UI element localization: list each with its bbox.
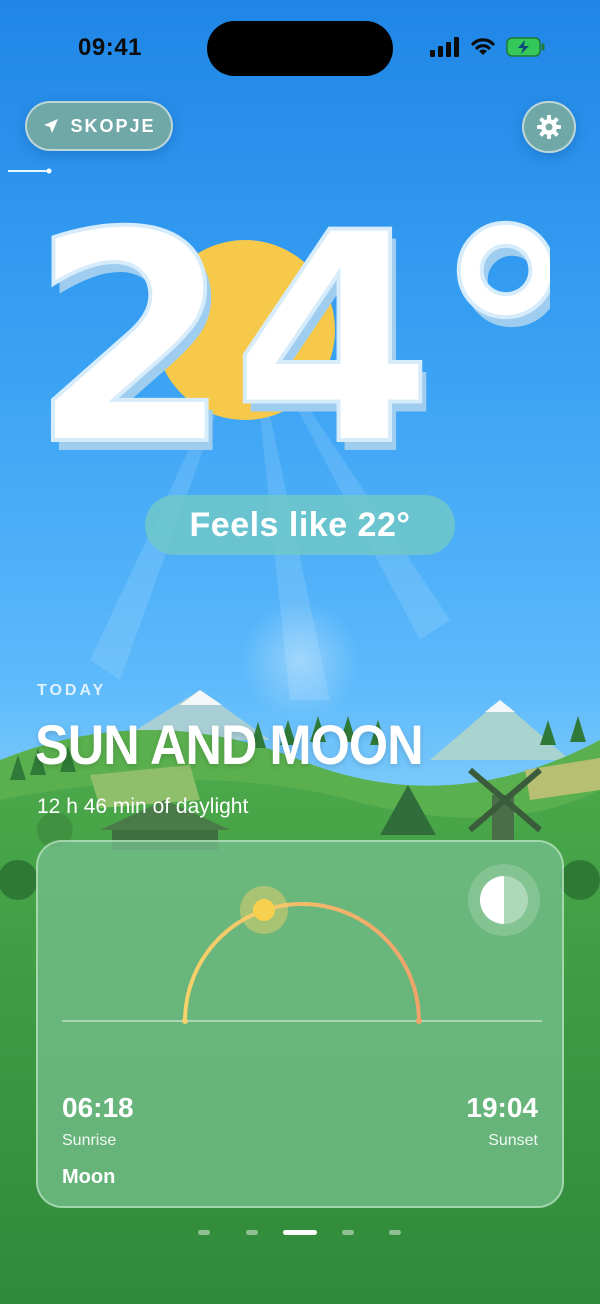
sunrise-label: Sunrise xyxy=(62,1132,117,1149)
temperature-display: 24° 24° xyxy=(30,210,550,480)
section-kicker: TODAY xyxy=(37,682,107,699)
status-time: 09:41 xyxy=(78,34,142,61)
page-dot[interactable] xyxy=(389,1230,401,1235)
sunrise-time: 06:18 xyxy=(62,1092,134,1123)
temperature-value: 24° xyxy=(30,210,550,480)
page-dot[interactable] xyxy=(246,1230,258,1235)
sun-icon xyxy=(253,899,275,921)
airplane-trail xyxy=(8,168,52,174)
page-dot[interactable] xyxy=(198,1230,210,1235)
section-title: SUN AND MOON xyxy=(35,713,424,776)
location-button[interactable]: SKOPJE xyxy=(25,101,173,151)
page-dot-active[interactable] xyxy=(283,1230,317,1235)
moon-label: Moon xyxy=(62,1166,116,1188)
page-indicator[interactable] xyxy=(0,1228,600,1238)
location-label: SKOPJE xyxy=(70,115,156,136)
feels-like-text: Feels like 22° xyxy=(189,505,411,544)
sun-moon-card[interactable]: 06:18 Sunrise 19:04 Sunset Moon xyxy=(36,840,564,1208)
wifi-icon xyxy=(471,38,495,55)
sunset-time: 19:04 xyxy=(466,1092,538,1123)
page-dot[interactable] xyxy=(342,1230,354,1235)
daylight-duration: 12 h 46 min of daylight xyxy=(37,795,249,818)
sunset-label: Sunset xyxy=(488,1132,538,1149)
moon-phase-badge xyxy=(468,864,540,936)
moon-phase-icon xyxy=(480,876,528,924)
dynamic-island xyxy=(207,21,393,76)
status-bar: 09:41 xyxy=(0,0,600,96)
settings-button[interactable] xyxy=(522,101,576,153)
cellular-signal-icon xyxy=(430,37,459,57)
location-arrow-icon xyxy=(44,119,59,133)
sun-path-arc xyxy=(183,902,421,1022)
gear-icon xyxy=(537,115,561,139)
battery-charging-icon xyxy=(506,37,545,57)
feels-like-pill: Feels like 22° xyxy=(145,495,455,555)
